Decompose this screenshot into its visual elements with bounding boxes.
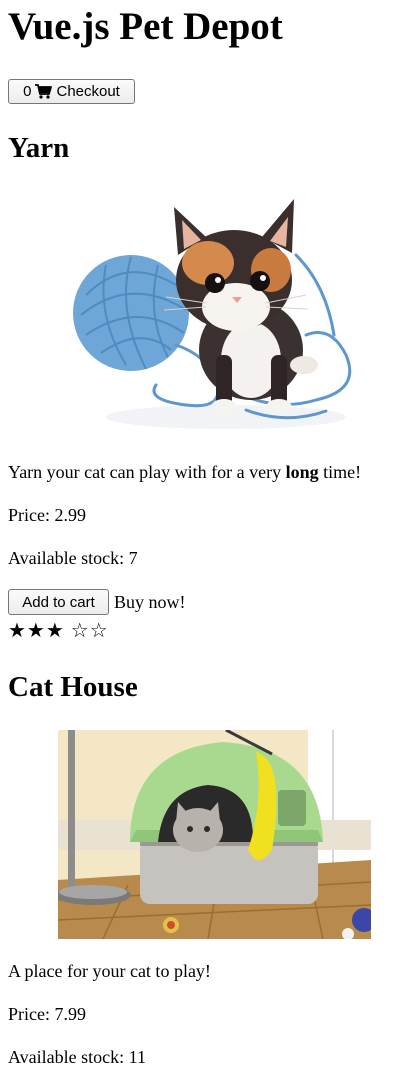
product-stock: Available stock: 11 xyxy=(8,1047,146,1067)
add-to-cart-button[interactable]: Add to cart xyxy=(8,589,109,615)
product-rating: ★★★ ☆☆ xyxy=(8,620,109,642)
description-emphasis: long xyxy=(285,462,319,482)
product-description: Yarn your cat can play with for a very l… xyxy=(8,462,362,482)
product-image-cat-house xyxy=(58,730,371,939)
product-title: Yarn xyxy=(8,132,70,164)
product-price: Price: 7.99 xyxy=(8,1004,86,1024)
product-title: Cat House xyxy=(8,671,138,703)
product-image-yarn xyxy=(66,185,366,440)
checkout-label: Checkout xyxy=(56,83,120,100)
cart-count: 0 xyxy=(23,83,32,100)
page-title: Vue.js Pet Depot xyxy=(8,5,283,48)
buy-now-text: Buy now! xyxy=(114,592,186,612)
cart-icon xyxy=(35,84,53,99)
product-description: A place for your cat to play! xyxy=(8,961,211,981)
checkout-button[interactable]: 0 Checkout xyxy=(8,79,135,104)
empty-stars: ☆☆ xyxy=(70,620,109,642)
product-stock: Available stock: 7 xyxy=(8,548,138,568)
filled-stars: ★★★ xyxy=(8,620,65,642)
product-price: Price: 2.99 xyxy=(8,505,86,525)
